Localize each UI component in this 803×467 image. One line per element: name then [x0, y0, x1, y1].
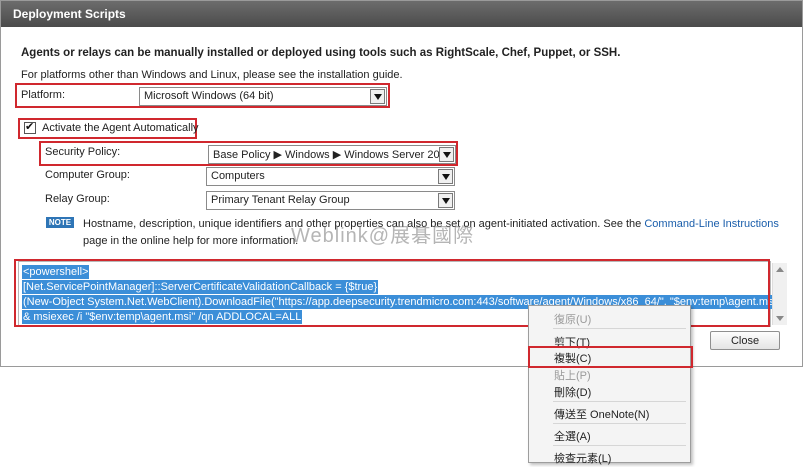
chevron-down-icon[interactable]	[438, 193, 453, 208]
security-policy-select[interactable]: Base Policy ▶ Windows ▶ Windows Server 2…	[208, 145, 456, 164]
command-line-instructions-link[interactable]: Command-Line Instructions	[644, 218, 779, 230]
security-policy-label: Security Policy:	[45, 146, 121, 158]
menu-item-copy[interactable]: 複製(C)	[554, 350, 591, 366]
menu-divider	[553, 328, 686, 329]
platform-label: Platform:	[21, 89, 66, 101]
watermark: Weblink@展碁國際	[291, 225, 475, 247]
computer-group-label: Computer Group:	[45, 169, 130, 181]
menu-item-paste[interactable]: 貼上(P)	[554, 367, 591, 383]
platform-value: Microsoft Windows (64 bit)	[144, 90, 274, 102]
script-scrollbar[interactable]	[772, 263, 787, 325]
chevron-down-icon[interactable]	[438, 169, 453, 184]
menu-divider	[553, 445, 686, 446]
menu-item-send-onenote[interactable]: 傳送至 OneNote(N)	[554, 406, 649, 422]
computer-group-value: Computers	[211, 170, 265, 182]
close-button[interactable]: Close	[710, 331, 780, 350]
menu-divider	[553, 423, 686, 424]
menu-item-inspect[interactable]: 檢查元素(L)	[554, 450, 611, 466]
scroll-up-icon[interactable]	[776, 267, 784, 272]
dialog-title: Deployment Scripts	[1, 1, 802, 27]
relay-group-value: Primary Tenant Relay Group	[211, 194, 350, 206]
chevron-down-icon[interactable]	[439, 147, 454, 162]
relay-group-select[interactable]: Primary Tenant Relay Group	[206, 191, 455, 210]
dialog-heading: Agents or relays can be manually install…	[21, 47, 621, 59]
chevron-down-icon[interactable]	[370, 89, 385, 104]
context-menu: 復原(U) 剪下(T) 複製(C) 貼上(P) 刪除(D) 傳送至 OneNot…	[528, 305, 693, 466]
activate-label: Activate the Agent Automatically	[42, 122, 199, 134]
menu-item-select-all[interactable]: 全選(A)	[554, 428, 591, 444]
security-policy-value: Base Policy ▶ Windows ▶ Windows Server 2…	[213, 149, 440, 161]
menu-item-undo[interactable]: 復原(U)	[554, 311, 591, 327]
activate-checkbox[interactable]	[24, 120, 36, 134]
copy-highlight	[528, 346, 693, 368]
note-badge: NOTE	[46, 217, 74, 228]
platform-info-text: For platforms other than Windows and Lin…	[21, 69, 403, 81]
menu-item-delete[interactable]: 刪除(D)	[554, 384, 591, 400]
scroll-down-icon[interactable]	[776, 316, 784, 321]
computer-group-select[interactable]: Computers	[206, 167, 455, 186]
note-text-after: page in the online help for more informa…	[83, 235, 299, 247]
platform-select[interactable]: Microsoft Windows (64 bit)	[139, 87, 387, 106]
menu-divider	[553, 401, 686, 402]
relay-group-label: Relay Group:	[45, 193, 110, 205]
